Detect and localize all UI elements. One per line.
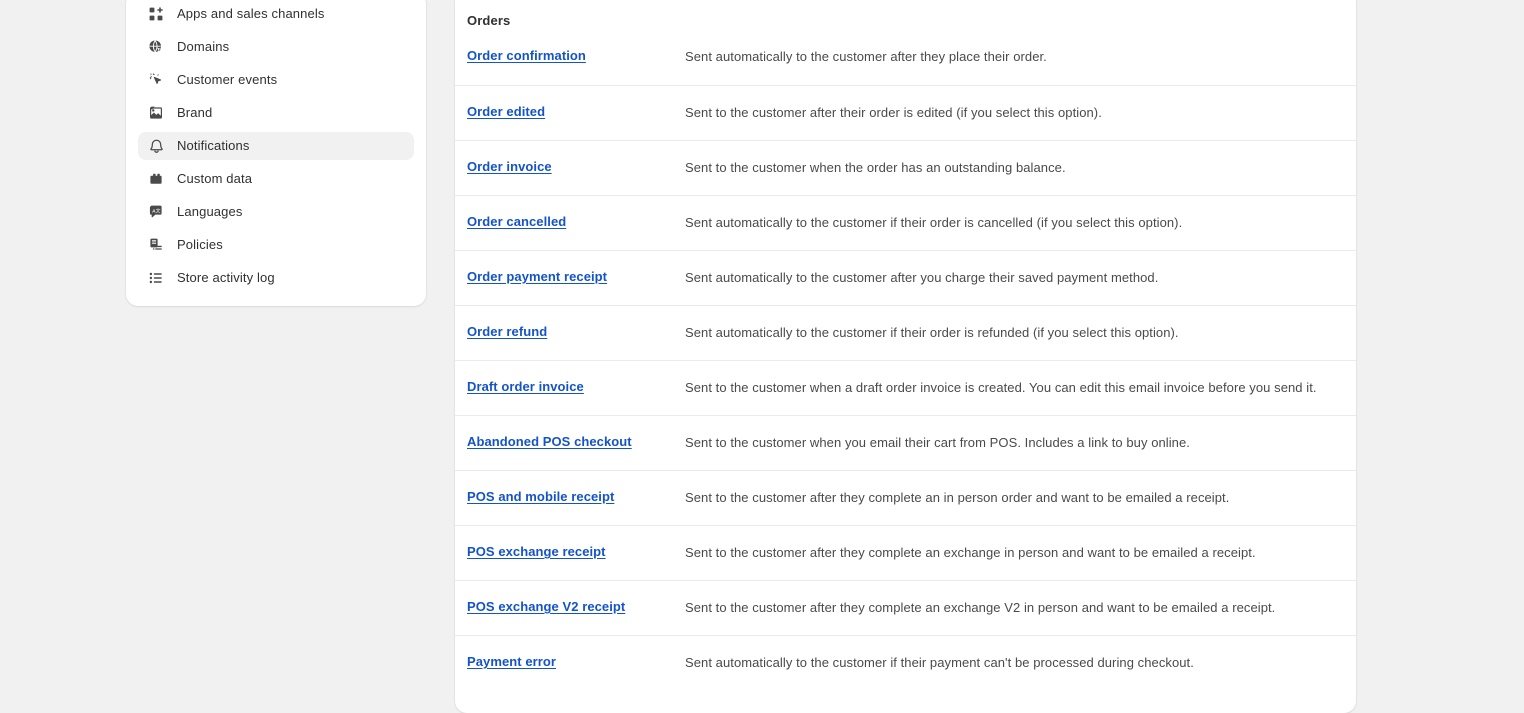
- notification-description: Sent to the customer when the order has …: [685, 160, 1066, 175]
- notification-description: Sent to the customer after they complete…: [685, 600, 1276, 615]
- notification-rows: Order confirmation Sent automatically to …: [455, 40, 1356, 690]
- notification-description: Sent automatically to the customer if th…: [685, 215, 1183, 230]
- notification-description: Sent to the customer after they complete…: [685, 545, 1256, 560]
- notification-link[interactable]: Order confirmation: [467, 48, 586, 63]
- notification-link-cell: Order edited: [467, 102, 685, 122]
- sidebar-item-store-activity-log[interactable]: Store activity log: [138, 264, 414, 292]
- sidebar-item-label: Domains: [177, 39, 230, 54]
- notification-description: Sent to the customer after their order i…: [685, 105, 1102, 120]
- notification-link[interactable]: Order payment receipt: [467, 269, 607, 284]
- table-row: Payment error Sent automatically to the c…: [455, 635, 1356, 690]
- sidebar-item-label: Brand: [177, 105, 213, 120]
- notification-link-cell: Abandoned POS checkout: [467, 432, 685, 452]
- notification-description: Sent to the customer when you email thei…: [685, 435, 1190, 450]
- table-row: Order invoice Sent to the customer when t…: [455, 140, 1356, 195]
- database-icon: [146, 169, 166, 189]
- sidebar-item-languages[interactable]: A 文 Languages: [138, 198, 414, 226]
- notification-link[interactable]: Order cancelled: [467, 214, 566, 229]
- settings-sidebar: Apps and sales channels Domains Customer e…: [126, 0, 426, 306]
- notification-link-cell: POS and mobile receipt: [467, 487, 685, 507]
- notification-description: Sent automatically to the customer if th…: [685, 325, 1179, 340]
- table-row: Order edited Sent to the customer after t…: [455, 85, 1356, 140]
- bell-icon: [146, 136, 166, 156]
- table-row: Order payment receipt Sent automatically …: [455, 250, 1356, 305]
- notification-link-cell: Order invoice: [467, 157, 685, 177]
- table-row: Draft order invoice Sent to the customer …: [455, 360, 1356, 415]
- sidebar-item-domains[interactable]: Domains: [138, 33, 414, 61]
- notifications-panel: Orders Order confirmation Sent automatica…: [455, 0, 1356, 713]
- notification-link-cell: Order confirmation: [467, 46, 685, 66]
- table-row: POS and mobile receipt Sent to the custom…: [455, 470, 1356, 525]
- notification-link-cell: POS exchange V2 receipt: [467, 597, 685, 617]
- notification-link[interactable]: Payment error: [467, 654, 556, 669]
- list-icon: [146, 268, 166, 288]
- cursor-sparkle-icon: [146, 70, 166, 90]
- notification-description: Sent automatically to the customer if th…: [685, 655, 1194, 670]
- sidebar-item-label: Notifications: [177, 138, 250, 153]
- notification-link[interactable]: Abandoned POS checkout: [467, 434, 632, 449]
- sidebar-item-apps-and-sales-channels[interactable]: Apps and sales channels: [138, 0, 414, 28]
- settings-page: Apps and sales channels Domains Customer e…: [0, 0, 1524, 713]
- notification-link[interactable]: Order edited: [467, 104, 545, 119]
- table-row: Order refund Sent automatically to the cu…: [455, 305, 1356, 360]
- table-row: POS exchange receipt Sent to the customer…: [455, 525, 1356, 580]
- table-row: POS exchange V2 receipt Sent to the custo…: [455, 580, 1356, 635]
- sidebar-item-label: Customer events: [177, 72, 278, 87]
- notification-link[interactable]: Order refund: [467, 324, 547, 339]
- svg-text:文: 文: [156, 207, 161, 214]
- notification-link-cell: Payment error: [467, 652, 685, 672]
- table-row: Abandoned POS checkout Sent to the custom…: [455, 415, 1356, 470]
- image-icon: [146, 103, 166, 123]
- notification-link[interactable]: POS exchange receipt: [467, 544, 606, 559]
- notification-description: Sent to the customer when a draft order …: [685, 380, 1317, 395]
- apps-icon: [146, 4, 166, 24]
- notification-link[interactable]: POS and mobile receipt: [467, 489, 614, 504]
- table-row: Order confirmation Sent automatically to …: [455, 40, 1356, 85]
- notification-link-cell: Order refund: [467, 322, 685, 342]
- sidebar-item-label: Languages: [177, 204, 243, 219]
- globe-icon: [146, 37, 166, 57]
- sidebar-item-customer-events[interactable]: Customer events: [138, 66, 414, 94]
- section-title-orders: Orders: [467, 13, 511, 28]
- sidebar-item-notifications[interactable]: Notifications: [138, 132, 414, 160]
- policy-icon: [146, 235, 166, 255]
- notification-description: Sent automatically to the customer after…: [685, 270, 1159, 285]
- notification-link-cell: Draft order invoice: [467, 377, 685, 397]
- notification-link[interactable]: POS exchange V2 receipt: [467, 599, 625, 614]
- notification-description: Sent to the customer after they complete…: [685, 490, 1230, 505]
- notification-link-cell: Order cancelled: [467, 212, 685, 232]
- sidebar-item-label: Store activity log: [177, 270, 275, 285]
- notification-description: Sent automatically to the customer after…: [685, 49, 1047, 64]
- notification-link-cell: POS exchange receipt: [467, 542, 685, 562]
- sidebar-item-policies[interactable]: Policies: [138, 231, 414, 259]
- sidebar-item-custom-data[interactable]: Custom data: [138, 165, 414, 193]
- notification-link[interactable]: Order invoice: [467, 159, 552, 174]
- sidebar-item-label: Policies: [177, 237, 223, 252]
- sidebar-item-label: Custom data: [177, 171, 253, 186]
- sidebar-item-brand[interactable]: Brand: [138, 99, 414, 127]
- sidebar-item-label: Apps and sales channels: [177, 6, 325, 21]
- notification-link-cell: Order payment receipt: [467, 267, 685, 287]
- table-row: Order cancelled Sent automatically to the…: [455, 195, 1356, 250]
- translate-icon: A文: [146, 202, 166, 222]
- notification-link[interactable]: Draft order invoice: [467, 379, 584, 394]
